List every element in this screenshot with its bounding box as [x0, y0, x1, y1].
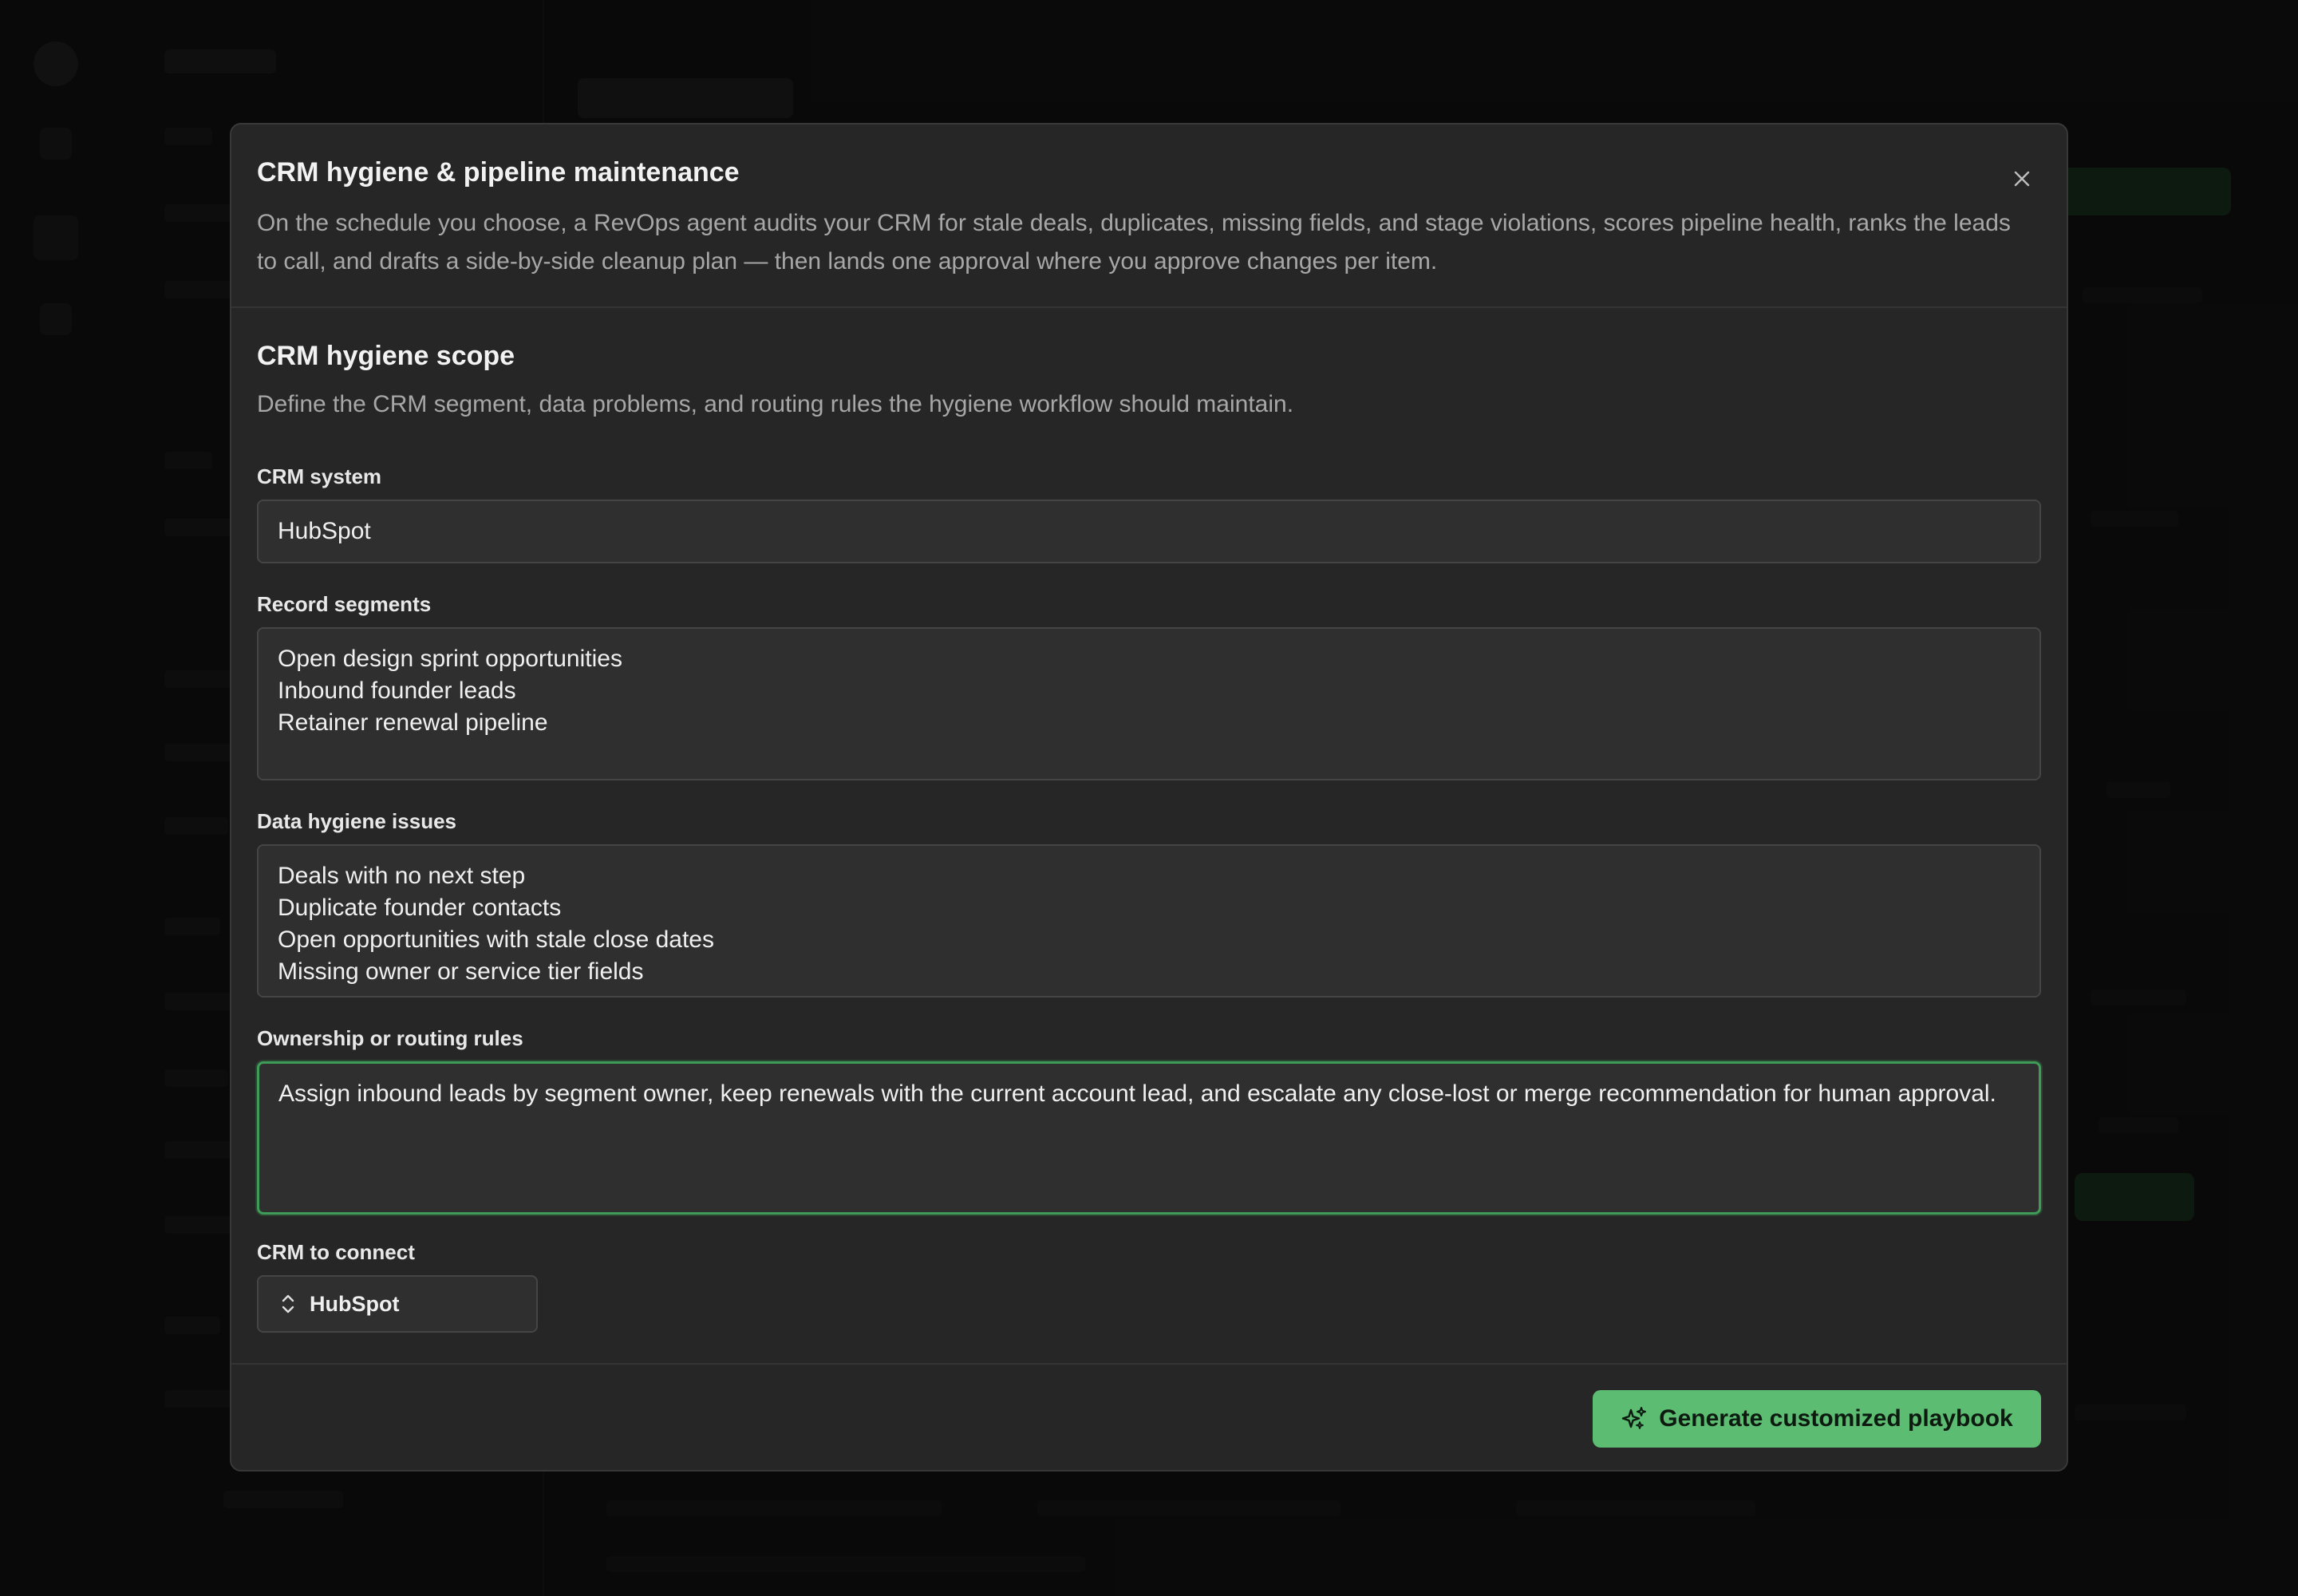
data-hygiene-issues-label: Data hygiene issues [257, 809, 456, 833]
chevron-up-down-icon [282, 1294, 294, 1314]
ownership-rules-label: Ownership or routing rules [257, 1026, 523, 1050]
modal-description: On the schedule you choose, a RevOps age… [257, 210, 2011, 275]
ownership-rules-textarea[interactable]: Assign inbound leads by segment owner, k… [257, 1061, 2041, 1215]
record-segments-label: Record segments [257, 592, 432, 616]
section-description: Define the CRM segment, data problems, a… [257, 391, 1294, 417]
section-title: CRM hygiene scope [257, 341, 515, 371]
data-hygiene-issues-textarea[interactable]: Deals with no next step Duplicate founde… [257, 844, 2041, 998]
generate-playbook-button[interactable]: Generate customized playbook [1593, 1390, 2041, 1448]
modal-title: CRM hygiene & pipeline maintenance [257, 157, 740, 188]
sparkles-icon [1622, 1407, 1647, 1429]
crm-system-label: CRM system [257, 464, 382, 488]
playbook-modal: CRM hygiene & pipeline maintenance On th… [230, 123, 2068, 1472]
crm-to-connect-label: CRM to connect [257, 1240, 415, 1264]
crm-system-input[interactable]: HubSpot [257, 500, 2041, 563]
generate-playbook-label: Generate customized playbook [1659, 1405, 2013, 1432]
record-segments-textarea[interactable]: Open design sprint opportunities Inbound… [257, 627, 2041, 780]
close-button[interactable] [2006, 163, 2038, 195]
crm-to-connect-value: HubSpot [310, 1291, 400, 1316]
modal-footer: Generate customized playbook [231, 1363, 2067, 1470]
crm-to-connect-select[interactable]: HubSpot [257, 1275, 538, 1333]
modal-header: CRM hygiene & pipeline maintenance On th… [231, 124, 2067, 308]
close-icon [2014, 171, 2030, 187]
